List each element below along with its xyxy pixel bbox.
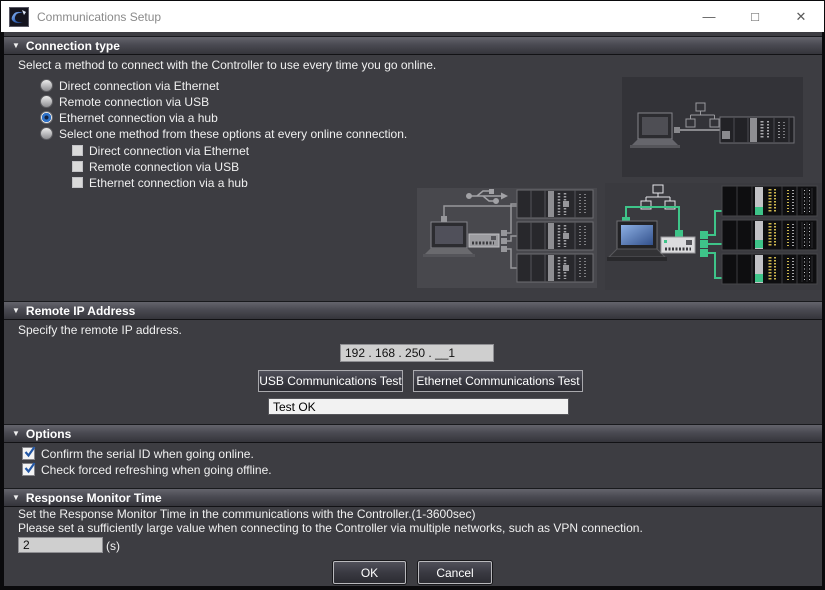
collapse-arrow-icon: ▼ (12, 41, 20, 50)
section-title: Response Monitor Time (26, 491, 162, 505)
checkbox-icon[interactable] (72, 177, 83, 188)
test-result-field[interactable] (268, 398, 569, 415)
suboption-ethernet-hub[interactable]: Ethernet connection via a hub (72, 175, 248, 190)
radio-icon[interactable] (40, 127, 53, 140)
collapse-arrow-icon: ▼ (12, 493, 20, 502)
section-header-connection-type[interactable]: ▼ Connection type (4, 36, 822, 55)
checkbox-label: Ethernet connection via a hub (89, 176, 248, 190)
radio-label: Select one method from these options at … (59, 127, 407, 141)
checkbox-label: Remote connection via USB (89, 160, 239, 174)
radio-icon[interactable] (40, 95, 53, 108)
checkbox-label: Confirm the serial ID when going online. (41, 447, 254, 461)
section-title: Connection type (26, 39, 120, 53)
diagram-ethernet-hub (605, 183, 822, 290)
hub-icon (469, 234, 499, 247)
section-header-response-monitor-time[interactable]: ▼ Response Monitor Time (4, 488, 822, 507)
remote-ip-intro: Specify the remote IP address. (18, 323, 182, 337)
checkbox-icon[interactable] (72, 145, 83, 156)
window-title: Communications Setup (37, 10, 161, 24)
laptop-icon (630, 113, 680, 148)
response-monitor-line2: Please set a sufficiently large value wh… (18, 521, 643, 535)
radio-label: Remote connection via USB (59, 95, 209, 109)
radio-label: Ethernet connection via a hub (59, 111, 218, 125)
collapse-arrow-icon: ▼ (12, 429, 20, 438)
radio-label: Direct connection via Ethernet (59, 79, 219, 93)
suboption-direct-ethernet[interactable]: Direct connection via Ethernet (72, 143, 249, 158)
response-monitor-line1: Set the Response Monitor Time in the com… (18, 507, 476, 521)
diagram-remote-usb (417, 188, 597, 288)
radio-direct-ethernet[interactable]: Direct connection via Ethernet (40, 78, 219, 93)
checkbox-confirm-serial-id[interactable]: Confirm the serial ID when going online. (22, 446, 254, 461)
section-header-options[interactable]: ▼ Options (4, 424, 822, 443)
laptop-icon (423, 222, 475, 257)
controller-icon (517, 190, 593, 282)
titlebar: Communications Setup — □ ✕ (1, 1, 824, 32)
connection-type-intro: Select a method to connect with the Cont… (18, 58, 436, 72)
maximize-button[interactable]: □ (732, 1, 778, 32)
radio-icon[interactable] (40, 79, 53, 92)
response-monitor-time-input[interactable] (18, 537, 103, 553)
controller-icon (722, 254, 817, 284)
seconds-unit-label: (s) (106, 539, 120, 553)
radio-select-each-time[interactable]: Select one method from these options at … (40, 126, 407, 141)
ethernet-communications-test-button[interactable]: Ethernet Communications Test (413, 370, 583, 392)
checkbox-label: Direct connection via Ethernet (89, 144, 249, 158)
controller-icon (722, 220, 817, 250)
checkbox-label: Check forced refreshing when going offli… (41, 463, 272, 477)
checked-checkbox-icon[interactable] (22, 463, 35, 476)
remote-ip-input[interactable] (340, 344, 494, 362)
sysmac-studio-icon (9, 7, 29, 27)
window-controls: — □ ✕ (686, 1, 824, 32)
radio-selected-icon[interactable] (40, 111, 53, 124)
ok-button[interactable]: OK (333, 561, 406, 584)
radio-remote-usb[interactable]: Remote connection via USB (40, 94, 209, 109)
radio-ethernet-hub[interactable]: Ethernet connection via a hub (40, 110, 218, 125)
hub-icon (661, 237, 695, 253)
close-button[interactable]: ✕ (778, 1, 824, 32)
minimize-button[interactable]: — (686, 1, 732, 32)
controller-icon (720, 117, 794, 143)
cancel-button[interactable]: Cancel (418, 561, 492, 584)
section-title: Remote IP Address (26, 304, 135, 318)
checkbox-forced-refreshing[interactable]: Check forced refreshing when going offli… (22, 462, 272, 477)
usb-communications-test-button[interactable]: USB Communications Test (258, 370, 403, 392)
section-title: Options (26, 427, 71, 441)
checked-checkbox-icon[interactable] (22, 447, 35, 460)
communications-setup-dialog: Communications Setup — □ ✕ ▼ Connection … (0, 0, 825, 590)
controller-icon (722, 186, 817, 216)
diagram-direct-ethernet (622, 77, 803, 177)
suboption-remote-usb[interactable]: Remote connection via USB (72, 159, 239, 174)
checkbox-icon[interactable] (72, 161, 83, 172)
collapse-arrow-icon: ▼ (12, 306, 20, 315)
section-header-remote-ip[interactable]: ▼ Remote IP Address (4, 301, 822, 320)
